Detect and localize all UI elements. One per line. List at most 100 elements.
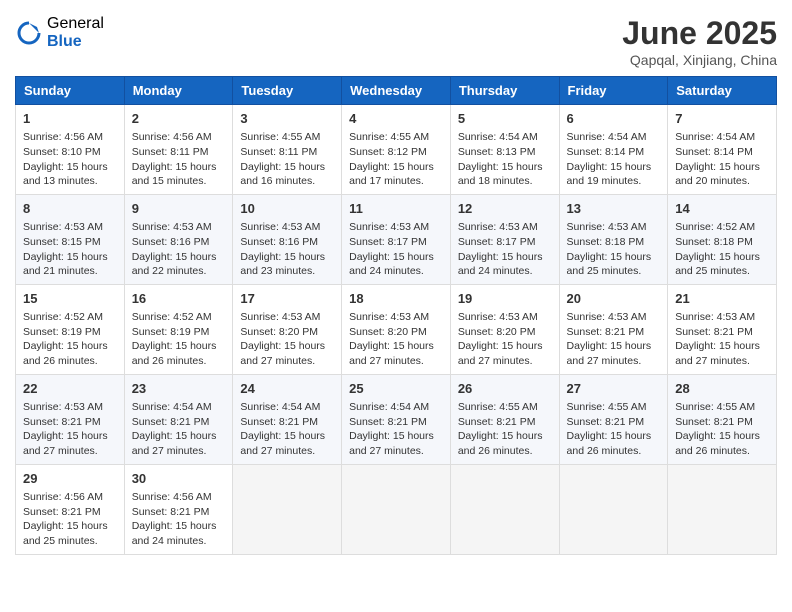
daylight-label: Daylight: 15 hours and 20 minutes.: [675, 161, 760, 188]
daylight-label: Daylight: 15 hours and 25 minutes.: [23, 520, 108, 547]
calendar-cell: 2 Sunrise: 4:56 AM Sunset: 8:11 PM Dayli…: [124, 105, 233, 195]
sunrise-label: Sunrise: 4:53 AM: [675, 311, 755, 323]
daylight-label: Daylight: 15 hours and 24 minutes.: [349, 251, 434, 278]
sunrise-label: Sunrise: 4:53 AM: [349, 311, 429, 323]
day-number: 14: [675, 200, 769, 218]
calendar-cell: 14 Sunrise: 4:52 AM Sunset: 8:18 PM Dayl…: [668, 194, 777, 284]
sunset-label: Sunset: 8:18 PM: [675, 236, 753, 248]
calendar-subtitle: Qapqal, Xinjiang, China: [622, 52, 777, 68]
sunrise-label: Sunrise: 4:55 AM: [675, 401, 755, 413]
sunset-label: Sunset: 8:20 PM: [349, 326, 427, 338]
day-number: 6: [567, 110, 661, 128]
sunrise-label: Sunrise: 4:54 AM: [240, 401, 320, 413]
sunrise-label: Sunrise: 4:55 AM: [349, 131, 429, 143]
sunset-label: Sunset: 8:16 PM: [240, 236, 318, 248]
calendar-title: June 2025: [622, 15, 777, 52]
sunset-label: Sunset: 8:18 PM: [567, 236, 645, 248]
day-number: 26: [458, 380, 552, 398]
weekday-header-monday: Monday: [124, 77, 233, 105]
sunset-label: Sunset: 8:20 PM: [240, 326, 318, 338]
daylight-label: Daylight: 15 hours and 23 minutes.: [240, 251, 325, 278]
daylight-label: Daylight: 15 hours and 17 minutes.: [349, 161, 434, 188]
sunset-label: Sunset: 8:15 PM: [23, 236, 101, 248]
daylight-label: Daylight: 15 hours and 27 minutes.: [458, 340, 543, 367]
calendar-cell: 23 Sunrise: 4:54 AM Sunset: 8:21 PM Dayl…: [124, 374, 233, 464]
daylight-label: Daylight: 15 hours and 16 minutes.: [240, 161, 325, 188]
daylight-label: Daylight: 15 hours and 18 minutes.: [458, 161, 543, 188]
sunrise-label: Sunrise: 4:56 AM: [132, 491, 212, 503]
sunset-label: Sunset: 8:21 PM: [567, 326, 645, 338]
sunset-label: Sunset: 8:21 PM: [458, 416, 536, 428]
sunset-label: Sunset: 8:13 PM: [458, 146, 536, 158]
sunset-label: Sunset: 8:19 PM: [23, 326, 101, 338]
sunrise-label: Sunrise: 4:54 AM: [675, 131, 755, 143]
sunset-label: Sunset: 8:21 PM: [240, 416, 318, 428]
calendar-cell: [559, 464, 668, 554]
sunrise-label: Sunrise: 4:54 AM: [458, 131, 538, 143]
day-number: 4: [349, 110, 443, 128]
calendar-cell: 6 Sunrise: 4:54 AM Sunset: 8:14 PM Dayli…: [559, 105, 668, 195]
sunrise-label: Sunrise: 4:55 AM: [458, 401, 538, 413]
day-number: 20: [567, 290, 661, 308]
calendar-cell: 20 Sunrise: 4:53 AM Sunset: 8:21 PM Dayl…: [559, 284, 668, 374]
sunrise-label: Sunrise: 4:56 AM: [23, 131, 103, 143]
calendar-cell: [233, 464, 342, 554]
calendar-cell: [450, 464, 559, 554]
logo: General Blue: [15, 15, 104, 50]
daylight-label: Daylight: 15 hours and 24 minutes.: [458, 251, 543, 278]
calendar-cell: [668, 464, 777, 554]
sunrise-label: Sunrise: 4:53 AM: [567, 221, 647, 233]
daylight-label: Daylight: 15 hours and 25 minutes.: [675, 251, 760, 278]
title-area: June 2025 Qapqal, Xinjiang, China: [622, 15, 777, 68]
calendar-cell: 16 Sunrise: 4:52 AM Sunset: 8:19 PM Dayl…: [124, 284, 233, 374]
day-number: 21: [675, 290, 769, 308]
sunset-label: Sunset: 8:12 PM: [349, 146, 427, 158]
day-number: 28: [675, 380, 769, 398]
calendar-cell: 15 Sunrise: 4:52 AM Sunset: 8:19 PM Dayl…: [16, 284, 125, 374]
calendar-cell: 27 Sunrise: 4:55 AM Sunset: 8:21 PM Dayl…: [559, 374, 668, 464]
day-number: 17: [240, 290, 334, 308]
sunrise-label: Sunrise: 4:53 AM: [240, 311, 320, 323]
calendar-cell: 4 Sunrise: 4:55 AM Sunset: 8:12 PM Dayli…: [342, 105, 451, 195]
day-number: 15: [23, 290, 117, 308]
day-number: 30: [132, 470, 226, 488]
day-number: 13: [567, 200, 661, 218]
weekday-header-row: SundayMondayTuesdayWednesdayThursdayFrid…: [16, 77, 777, 105]
calendar-cell: 25 Sunrise: 4:54 AM Sunset: 8:21 PM Dayl…: [342, 374, 451, 464]
day-number: 24: [240, 380, 334, 398]
sunset-label: Sunset: 8:14 PM: [567, 146, 645, 158]
calendar-cell: 11 Sunrise: 4:53 AM Sunset: 8:17 PM Dayl…: [342, 194, 451, 284]
calendar-cell: 9 Sunrise: 4:53 AM Sunset: 8:16 PM Dayli…: [124, 194, 233, 284]
calendar-cell: 12 Sunrise: 4:53 AM Sunset: 8:17 PM Dayl…: [450, 194, 559, 284]
sunrise-label: Sunrise: 4:54 AM: [349, 401, 429, 413]
daylight-label: Daylight: 15 hours and 26 minutes.: [132, 340, 217, 367]
sunset-label: Sunset: 8:21 PM: [23, 416, 101, 428]
day-number: 1: [23, 110, 117, 128]
daylight-label: Daylight: 15 hours and 27 minutes.: [240, 430, 325, 457]
weekday-header-tuesday: Tuesday: [233, 77, 342, 105]
daylight-label: Daylight: 15 hours and 26 minutes.: [675, 430, 760, 457]
calendar-cell: 29 Sunrise: 4:56 AM Sunset: 8:21 PM Dayl…: [16, 464, 125, 554]
weekday-header-friday: Friday: [559, 77, 668, 105]
sunset-label: Sunset: 8:17 PM: [458, 236, 536, 248]
sunrise-label: Sunrise: 4:54 AM: [567, 131, 647, 143]
day-number: 3: [240, 110, 334, 128]
sunset-label: Sunset: 8:21 PM: [132, 506, 210, 518]
daylight-label: Daylight: 15 hours and 25 minutes.: [567, 251, 652, 278]
weekday-header-thursday: Thursday: [450, 77, 559, 105]
calendar-cell: 28 Sunrise: 4:55 AM Sunset: 8:21 PM Dayl…: [668, 374, 777, 464]
day-number: 25: [349, 380, 443, 398]
day-number: 5: [458, 110, 552, 128]
daylight-label: Daylight: 15 hours and 26 minutes.: [23, 340, 108, 367]
sunset-label: Sunset: 8:11 PM: [132, 146, 209, 158]
sunrise-label: Sunrise: 4:56 AM: [23, 491, 103, 503]
sunrise-label: Sunrise: 4:53 AM: [458, 311, 538, 323]
day-number: 16: [132, 290, 226, 308]
sunrise-label: Sunrise: 4:54 AM: [132, 401, 212, 413]
sunrise-label: Sunrise: 4:53 AM: [458, 221, 538, 233]
daylight-label: Daylight: 15 hours and 26 minutes.: [567, 430, 652, 457]
sunrise-label: Sunrise: 4:52 AM: [675, 221, 755, 233]
sunrise-label: Sunrise: 4:52 AM: [132, 311, 212, 323]
sunrise-label: Sunrise: 4:53 AM: [240, 221, 320, 233]
daylight-label: Daylight: 15 hours and 27 minutes.: [23, 430, 108, 457]
